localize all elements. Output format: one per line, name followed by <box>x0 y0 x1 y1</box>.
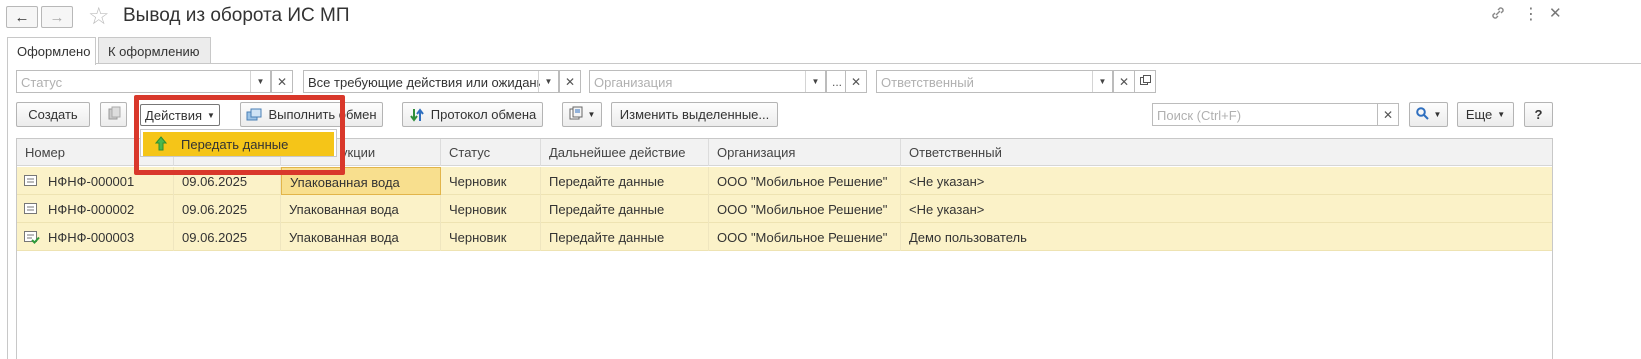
column-header-organization[interactable]: Организация <box>709 139 901 166</box>
chevron-down-icon[interactable]: ▼ <box>250 71 270 92</box>
title-bar: ← → ☆ Вывод из оборота ИС МП ⋮ ✕ <box>0 0 1641 32</box>
clear-icon: ✕ <box>276 74 288 89</box>
cell-organization: ООО "Мобильное Решение" <box>709 167 901 195</box>
action-clear-button[interactable]: ✕ <box>559 70 581 93</box>
action-filter[interactable]: Все требующие действия или ожидания ▼ <box>303 70 559 93</box>
help-button[interactable]: ? <box>1524 102 1553 127</box>
status-filter[interactable]: Статус ▼ <box>16 70 271 93</box>
column-header-status[interactable]: Статус <box>441 139 541 166</box>
protocol-button[interactable]: Протокол обмена <box>402 102 543 127</box>
cell-organization: ООО "Мобильное Решение" <box>709 223 901 251</box>
search-input[interactable]: Поиск (Ctrl+F) <box>1152 103 1399 126</box>
print-menu-button[interactable]: ▼ <box>562 102 602 127</box>
table-row[interactable]: НФНФ-000002 09.06.2025 Упакованная вода … <box>17 195 1552 223</box>
cell-organization: ООО "Мобильное Решение" <box>709 195 901 223</box>
clear-icon: ✕ <box>564 74 576 89</box>
cell-status: Черновик <box>441 195 541 223</box>
print-icon <box>569 106 583 123</box>
chevron-down-icon: ▼ <box>587 110 596 119</box>
column-header-responsible[interactable]: Ответственный <box>901 139 1554 166</box>
chevron-down-icon: ▼ <box>1433 110 1442 119</box>
cell-next-action: Передайте данные <box>541 167 709 195</box>
create-button[interactable]: Создать <box>16 102 90 127</box>
cell-responsible: <Не указан> <box>909 202 985 217</box>
cell-responsible: Демо пользователь <box>909 230 1027 245</box>
page-title: Вывод из оборота ИС МП <box>123 5 350 26</box>
arrow-right-icon: → <box>49 8 65 26</box>
exchange-protocol-icon <box>409 107 425 123</box>
tab-k-oformleniyu[interactable]: К оформлению <box>98 37 211 64</box>
document-posted-icon <box>24 231 40 247</box>
document-icon <box>24 175 38 190</box>
tab-oformleno[interactable]: Оформлено <box>7 37 96 65</box>
annotation-highlight-box <box>134 95 345 175</box>
responsible-open-button[interactable] <box>1134 70 1156 93</box>
more-button[interactable]: Еще ▼ <box>1457 102 1514 127</box>
column-header-next-action[interactable]: Дальнейшее действие <box>541 139 709 166</box>
copy-icon <box>107 106 121 123</box>
cell-next-action: Передайте данные <box>541 223 709 251</box>
cell-product: Упакованная вода <box>281 223 441 251</box>
search-button[interactable]: ▼ <box>1409 102 1448 127</box>
responsible-filter[interactable]: Ответственный ▼ <box>876 70 1113 93</box>
change-selected-button[interactable]: Изменить выделенные... <box>611 102 778 127</box>
responsible-clear-button[interactable]: ✕ <box>1113 70 1135 93</box>
arrow-left-icon: ← <box>14 8 30 26</box>
more-vertical-icon[interactable]: ⋮ <box>1523 4 1539 24</box>
clear-icon: ✕ <box>850 74 862 89</box>
clear-icon: ✕ <box>1382 107 1394 122</box>
cell-responsible: <Не указан> <box>909 174 985 189</box>
document-icon <box>24 203 38 218</box>
chevron-down-icon[interactable]: ▼ <box>538 71 558 92</box>
close-icon[interactable]: ✕ <box>1549 4 1562 22</box>
link-icon[interactable] <box>1489 4 1507 27</box>
forward-button[interactable]: → <box>41 6 73 28</box>
cell-number: НФНФ-000003 <box>40 223 174 251</box>
cell-status: Черновик <box>441 167 541 195</box>
chevron-down-icon: ▼ <box>1497 110 1506 119</box>
copy-button[interactable] <box>100 102 127 127</box>
organization-filter[interactable]: Организация ▼ <box>589 70 826 93</box>
status-clear-button[interactable]: ✕ <box>271 70 293 93</box>
search-icon <box>1415 106 1429 123</box>
cell-date: 09.06.2025 <box>174 223 281 251</box>
ellipsis-icon: ... <box>831 74 842 89</box>
cell-status: Черновик <box>441 223 541 251</box>
clear-icon: ✕ <box>1118 74 1130 89</box>
cell-number: НФНФ-000002 <box>40 195 174 223</box>
chevron-down-icon[interactable]: ▼ <box>1092 71 1112 92</box>
back-button[interactable]: ← <box>6 6 38 28</box>
search-clear-button[interactable]: ✕ <box>1377 103 1399 126</box>
favorite-star-icon[interactable]: ☆ <box>88 2 110 31</box>
organization-clear-button[interactable]: ✕ <box>845 70 867 93</box>
open-window-icon <box>1139 74 1151 89</box>
table-row[interactable]: НФНФ-000003 09.06.2025 Упакованная вода … <box>17 223 1552 251</box>
cell-next-action: Передайте данные <box>541 195 709 223</box>
cell-product: Упакованная вода <box>281 195 441 223</box>
cell-date: 09.06.2025 <box>174 195 281 223</box>
chevron-down-icon[interactable]: ▼ <box>805 71 825 92</box>
